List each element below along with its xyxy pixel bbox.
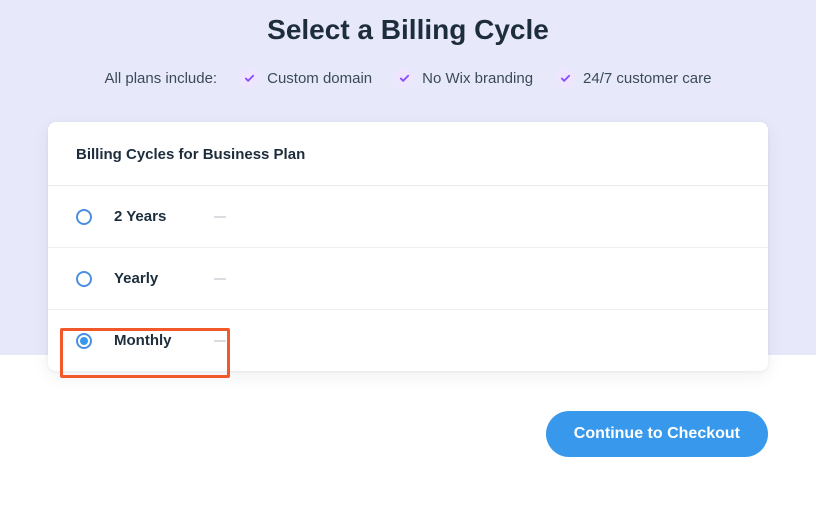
option-label: 2 Years xyxy=(114,208,204,225)
feature-no-branding: No Wix branding xyxy=(394,68,533,88)
check-icon xyxy=(394,68,414,88)
includes-label: All plans include: xyxy=(105,70,218,87)
option-label: Monthly xyxy=(114,332,204,349)
check-icon xyxy=(555,68,575,88)
check-icon xyxy=(239,68,259,88)
feature-label: No Wix branding xyxy=(422,70,533,87)
footer-row: Continue to Checkout xyxy=(48,411,768,457)
billing-card: Billing Cycles for Business Plan 2 Years… xyxy=(48,122,768,371)
radio-icon xyxy=(76,271,92,287)
options-list: 2 Years Yearly Monthly xyxy=(48,186,768,371)
feature-label: 24/7 customer care xyxy=(583,70,711,87)
option-monthly[interactable]: Monthly xyxy=(48,310,768,371)
page-title: Select a Billing Cycle xyxy=(48,0,768,46)
option-2years[interactable]: 2 Years xyxy=(48,186,768,248)
option-yearly[interactable]: Yearly xyxy=(48,248,768,310)
dash-icon xyxy=(214,216,226,218)
feature-support: 24/7 customer care xyxy=(555,68,711,88)
continue-button[interactable]: Continue to Checkout xyxy=(546,411,768,457)
feature-label: Custom domain xyxy=(267,70,372,87)
option-label: Yearly xyxy=(114,270,204,287)
feature-custom-domain: Custom domain xyxy=(239,68,372,88)
radio-icon xyxy=(76,333,92,349)
dash-icon xyxy=(214,278,226,280)
features-row: All plans include: Custom domain No Wix … xyxy=(48,68,768,88)
card-header: Billing Cycles for Business Plan xyxy=(48,122,768,186)
radio-icon xyxy=(76,209,92,225)
dash-icon xyxy=(214,340,226,342)
